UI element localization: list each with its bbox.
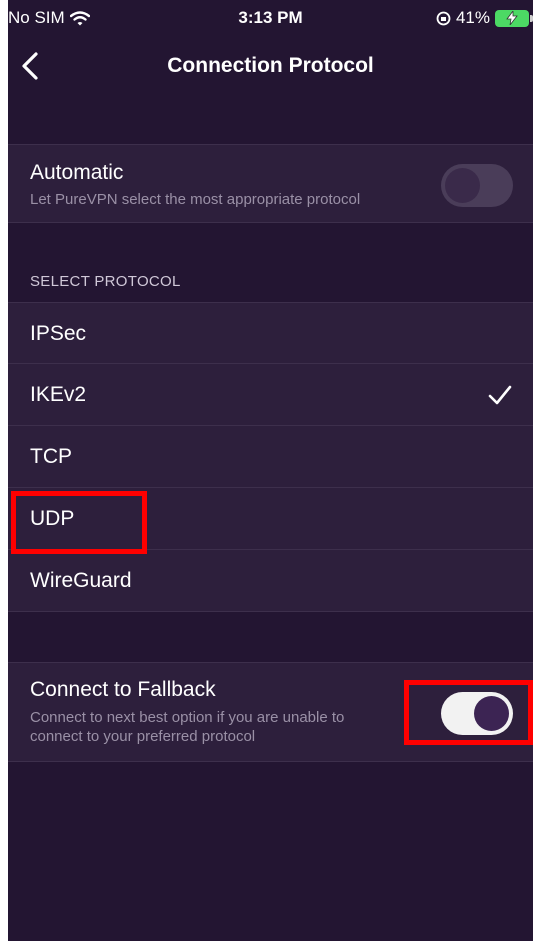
screen: No SIM 3:13 PM 41% Connection Protocol A… [8,0,533,941]
nav-bar: Connection Protocol [8,36,533,96]
protocol-label: UDP [30,507,75,530]
toggle-knob [445,168,480,203]
fallback-subtitle-line2: connect to your preferred protocol [30,728,256,745]
automatic-title: Automatic [30,161,124,184]
battery-percent: 41% [455,8,490,27]
toggle-knob [474,696,509,731]
automatic-toggle[interactable] [441,164,513,207]
select-protocol-header: SELECT PROTOCOL [30,273,181,290]
checkmark-icon [488,385,512,405]
protocol-label: WireGuard [30,569,132,592]
status-bar: No SIM 3:13 PM 41% [8,0,533,36]
page-title: Connection Protocol [167,54,374,77]
fallback-title: Connect to Fallback [30,678,216,701]
orientation-lock-icon [436,11,451,25]
protocol-label: IPSec [30,322,87,345]
protocol-option-udp[interactable]: UDP [8,488,533,550]
protocol-label: TCP [30,445,72,468]
fallback-row: Connect to Fallback Connect to next best… [8,662,533,762]
battery-icon [495,9,533,27]
protocol-option-ikev2[interactable]: IKEv2 [8,364,533,426]
status-right: 41% [436,8,533,28]
protocol-option-tcp[interactable]: TCP [8,426,533,488]
fallback-subtitle-line1: Connect to next best option if you are u… [30,709,345,726]
protocol-label: IKEv2 [30,383,87,406]
automatic-subtitle: Let PureVPN select the most appropriate … [30,191,361,208]
protocol-option-wireguard[interactable]: WireGuard [8,550,533,612]
protocol-option-ipsec[interactable]: IPSec [8,302,533,364]
charging-bolt-icon [506,11,518,25]
fallback-toggle[interactable] [441,692,513,735]
automatic-row: Automatic Let PureVPN select the most ap… [8,144,533,223]
